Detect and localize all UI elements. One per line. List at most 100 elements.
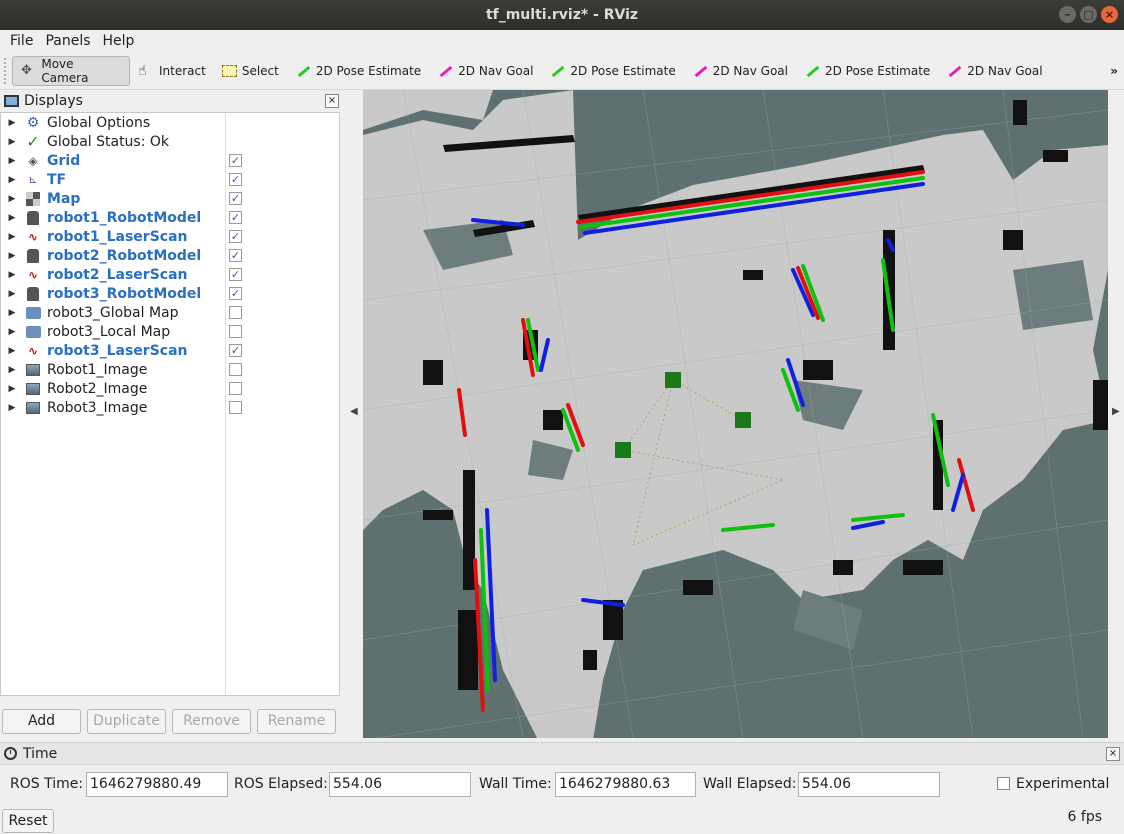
duplicate-button[interactable]: Duplicate — [87, 709, 166, 734]
expand-arrow-icon[interactable]: ▶ — [3, 118, 21, 128]
display-checkbox[interactable] — [229, 382, 242, 395]
reset-button[interactable]: Reset — [2, 809, 54, 833]
ros-time-field[interactable]: 1646279880.49 — [86, 772, 228, 797]
hand-icon: ☝ — [138, 62, 147, 79]
display-checkbox[interactable]: ✓ — [229, 192, 242, 205]
display-checkbox[interactable]: ✓ — [229, 249, 242, 262]
menu-help[interactable]: Help — [97, 33, 141, 49]
collapse-right-icon[interactable]: ▶ — [1112, 406, 1120, 417]
display-checkbox[interactable]: ✓ — [229, 154, 242, 167]
display-checkbox[interactable]: ✓ — [229, 344, 242, 357]
toolbar-grip[interactable] — [4, 57, 8, 84]
display-row-robot3-laserscan[interactable]: ▶ ∿ robot3_LaserScan ✓ — [1, 341, 339, 360]
expand-arrow-icon[interactable]: ▶ — [3, 289, 21, 299]
displays-tree[interactable]: ▶ ⚙ Global Options ▶ ✓ Global Status: Ok… — [0, 112, 340, 696]
display-row-robot3-global-map[interactable]: ▶ robot3_Global Map — [1, 303, 339, 322]
display-checkbox[interactable] — [229, 325, 242, 338]
3d-viewport[interactable] — [363, 90, 1108, 738]
minimize-icon[interactable]: – — [1059, 6, 1076, 23]
collapse-left-icon[interactable]: ◀ — [350, 406, 358, 417]
image-icon — [25, 362, 41, 378]
displays-close-button[interactable]: × — [325, 94, 339, 108]
wall-time-field[interactable]: 1646279880.63 — [555, 772, 696, 797]
pose-estimate-button-1[interactable]: 2D Pose Estimate — [287, 56, 429, 86]
close-icon[interactable]: × — [1101, 6, 1118, 23]
nav-goal-button-1[interactable]: 2D Nav Goal — [429, 56, 541, 86]
add-button[interactable]: Add — [2, 709, 81, 734]
ros-elapsed-label: ROS Elapsed: — [234, 776, 328, 792]
expand-arrow-icon[interactable]: ▶ — [3, 156, 21, 166]
nav-goal-button-2[interactable]: 2D Nav Goal — [684, 56, 796, 86]
nav-goal-label: 2D Nav Goal — [458, 63, 534, 78]
display-checkbox[interactable]: ✓ — [229, 287, 242, 300]
menu-panels[interactable]: Panels — [39, 33, 96, 49]
select-button[interactable]: Select — [214, 56, 287, 86]
expand-arrow-icon[interactable]: ▶ — [3, 232, 21, 242]
window-controls: – □ × — [1059, 6, 1118, 23]
display-row-robot3-model[interactable]: ▶ robot3_RobotModel ✓ — [1, 284, 339, 303]
ros-elapsed-field[interactable]: 554.06 — [329, 772, 471, 797]
expand-arrow-icon[interactable]: ▶ — [3, 270, 21, 280]
expand-arrow-icon[interactable]: ▶ — [3, 327, 21, 337]
expand-arrow-icon[interactable]: ▶ — [3, 213, 21, 223]
expand-arrow-icon[interactable]: ▶ — [3, 194, 21, 204]
experimental-label: Experimental — [1016, 776, 1110, 792]
expand-arrow-icon[interactable]: ▶ — [3, 403, 21, 413]
display-checkbox[interactable] — [229, 363, 242, 376]
right-splitter[interactable]: ▶ — [1108, 90, 1124, 738]
time-close-button[interactable]: × — [1106, 747, 1120, 761]
pose-estimate-button-2[interactable]: 2D Pose Estimate — [541, 56, 683, 86]
expand-arrow-icon[interactable]: ▶ — [3, 365, 21, 375]
experimental-checkbox[interactable] — [997, 777, 1010, 790]
expand-arrow-icon[interactable]: ▶ — [3, 346, 21, 356]
nav-goal-button-3[interactable]: 2D Nav Goal — [938, 56, 1050, 86]
display-row-robot1-model[interactable]: ▶ robot1_RobotModel ✓ — [1, 208, 339, 227]
display-checkbox[interactable] — [229, 401, 242, 414]
left-splitter[interactable]: ◀ — [343, 90, 363, 738]
toolbar-overflow-button[interactable]: » — [1110, 64, 1118, 78]
display-checkbox[interactable] — [229, 306, 242, 319]
display-checkbox[interactable]: ✓ — [229, 173, 242, 186]
display-checkbox[interactable]: ✓ — [229, 268, 242, 281]
display-row-robot3-image[interactable]: ▶ Robot3_Image — [1, 398, 339, 417]
folder-icon — [25, 324, 41, 340]
display-row-robot2-model[interactable]: ▶ robot2_RobotModel ✓ — [1, 246, 339, 265]
remove-button[interactable]: Remove — [172, 709, 251, 734]
menu-file[interactable]: File — [4, 33, 39, 49]
time-header: Time — [0, 743, 1124, 765]
display-label: robot3_RobotModel — [47, 285, 202, 302]
display-row-global-status[interactable]: ▶ ✓ Global Status: Ok — [1, 132, 339, 151]
display-row-robot1-image[interactable]: ▶ Robot1_Image — [1, 360, 339, 379]
pose-estimate-button-3[interactable]: 2D Pose Estimate — [796, 56, 938, 86]
expand-arrow-icon[interactable]: ▶ — [3, 175, 21, 185]
display-row-tf[interactable]: ▶ ⊾ TF ✓ — [1, 170, 339, 189]
display-row-robot1-laserscan[interactable]: ▶ ∿ robot1_LaserScan ✓ — [1, 227, 339, 246]
expand-arrow-icon[interactable]: ▶ — [3, 137, 21, 147]
nav-goal-label: 2D Nav Goal — [967, 63, 1043, 78]
display-label: Robot1_Image — [47, 361, 148, 378]
wall-elapsed-field[interactable]: 554.06 — [798, 772, 940, 797]
monitor-icon — [4, 95, 19, 107]
display-row-map[interactable]: ▶ Map ✓ — [1, 189, 339, 208]
display-checkbox[interactable]: ✓ — [229, 211, 242, 224]
display-row-robot3-local-map[interactable]: ▶ robot3_Local Map — [1, 322, 339, 341]
expand-arrow-icon[interactable]: ▶ — [3, 308, 21, 318]
time-panel: Time × ROS Time: 1646279880.49 ROS Elaps… — [0, 742, 1124, 834]
move-camera-button[interactable]: ✥ Move Camera — [12, 55, 130, 86]
displays-button-row: Add Duplicate Remove Rename — [2, 709, 336, 734]
display-row-grid[interactable]: ▶ ◈ Grid ✓ — [1, 151, 339, 170]
map-render[interactable] — [363, 90, 1108, 738]
expand-arrow-icon[interactable]: ▶ — [3, 384, 21, 394]
display-row-robot2-laserscan[interactable]: ▶ ∿ robot2_LaserScan ✓ — [1, 265, 339, 284]
folder-icon — [25, 305, 41, 321]
select-label: Select — [241, 63, 279, 78]
display-checkbox[interactable]: ✓ — [229, 230, 242, 243]
interact-button[interactable]: ☝ Interact — [130, 56, 214, 86]
display-row-global-options[interactable]: ▶ ⚙ Global Options — [1, 113, 339, 132]
expand-arrow-icon[interactable]: ▶ — [3, 251, 21, 261]
rename-button[interactable]: Rename — [257, 709, 336, 734]
display-row-robot2-image[interactable]: ▶ Robot2_Image — [1, 379, 339, 398]
image-icon — [25, 381, 41, 397]
display-label: Global Options — [47, 114, 151, 131]
maximize-icon[interactable]: □ — [1080, 6, 1097, 23]
